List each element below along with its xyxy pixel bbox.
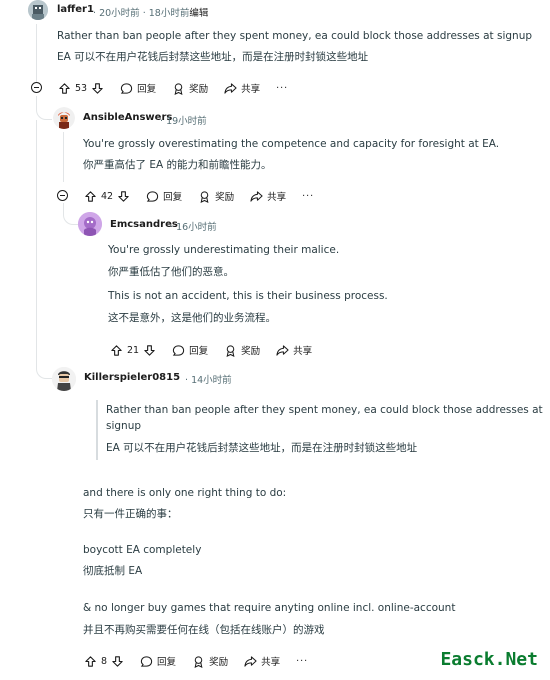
comment-icon — [120, 82, 133, 94]
reply-button[interactable]: 回复 — [146, 189, 182, 203]
avatar[interactable] — [28, 0, 48, 20]
edited-time: 18小时前 — [148, 8, 190, 19]
comment-body-line: 你严重低估了他们的恶意。 — [108, 266, 234, 278]
comment-body-line: EA 可以不在用户花钱后封禁这些地址，而是在注册时封锁这些地址 — [57, 51, 369, 63]
comment-author[interactable]: laffer1 — [57, 4, 94, 15]
vote-count: 53 — [75, 82, 88, 94]
upvote-icon[interactable] — [58, 82, 71, 95]
thread-branch — [36, 96, 52, 120]
downvote-icon[interactable] — [117, 190, 130, 203]
comment-time: 14小时前 — [191, 375, 232, 386]
share-icon — [224, 82, 237, 94]
collapse-thread-button[interactable] — [31, 82, 42, 93]
reply-button[interactable]: 回复 — [140, 654, 176, 668]
comment-time: 16小时前 — [176, 222, 217, 233]
comment-icon — [146, 190, 159, 202]
vote-count: 42 — [101, 190, 114, 202]
comment-body-line: You're grossly overestimating the compet… — [83, 138, 500, 150]
award-icon — [200, 190, 209, 203]
upvote-icon[interactable] — [110, 344, 123, 357]
watermark: Easck.Net — [436, 647, 542, 672]
award-icon — [194, 655, 203, 668]
comment-body-line: 彻底抵制 EA — [83, 565, 143, 577]
vote-group: 8 — [84, 655, 124, 668]
quote-line: EA 可以不在用户花钱后封禁这些地址，而是在注册时封锁这些地址 — [106, 442, 418, 454]
comment-icon — [172, 344, 185, 356]
upvote-icon[interactable] — [84, 190, 97, 203]
comment-actions: 53 回复 奖励 共享 ··· — [58, 80, 304, 96]
comment-body-line: 并且不再购买需要任何在线（包括在线账户）的游戏 — [83, 624, 325, 636]
comment-author[interactable]: Killerspieler0815 — [84, 372, 180, 383]
comment-body-line: 你严重高估了 EA 的能力和前瞻性能力。 — [83, 159, 272, 171]
quote-line: Rather than ban people after they spent … — [106, 404, 543, 416]
comment-time: 19小时前 — [166, 116, 207, 127]
share-icon — [244, 655, 257, 667]
comment-body-line: 这不是意外，这是他们的业务流程。 — [108, 312, 276, 324]
comment-author[interactable]: AnsibleAnswers — [83, 112, 172, 123]
vote-count: 8 — [101, 655, 108, 667]
award-icon — [226, 344, 235, 357]
comment-body-line: 只有一件正确的事： — [83, 508, 178, 520]
thread-line — [36, 120, 37, 365]
upvote-icon[interactable] — [84, 655, 97, 668]
comment-body-line: boycott EA completely — [83, 544, 202, 556]
more-options-button[interactable]: ··· — [302, 191, 314, 202]
downvote-icon[interactable] — [143, 344, 156, 357]
award-button[interactable]: 奖励 — [172, 81, 208, 95]
vote-group: 42 — [84, 190, 130, 203]
reply-button[interactable]: 回复 — [120, 81, 156, 95]
award-icon — [174, 82, 183, 95]
avatar[interactable] — [78, 212, 102, 236]
share-icon — [250, 190, 263, 202]
comment-meta: · 19小时前 — [160, 116, 207, 127]
reply-button[interactable]: 回复 — [172, 343, 208, 357]
comment-body-line: & no longer buy games that require anyti… — [83, 602, 456, 614]
thread-branch — [63, 203, 79, 225]
thread-line — [63, 132, 64, 182]
collapse-thread-button[interactable] — [57, 190, 68, 201]
vote-group: 21 — [110, 344, 156, 357]
vote-count: 21 — [127, 344, 140, 356]
comment-meta: · 20小时前 · 18小时前编辑 — [93, 8, 209, 19]
share-icon — [276, 344, 289, 356]
more-options-button[interactable]: ··· — [276, 83, 288, 94]
comment-actions: 8 回复 奖励 共享 ··· — [84, 653, 324, 669]
comment-body-line: You're grossly underestimating their mal… — [108, 244, 340, 256]
comment-author[interactable]: Emcsandres — [110, 219, 178, 230]
award-button[interactable]: 奖励 — [224, 343, 260, 357]
more-options-button[interactable]: ··· — [296, 656, 308, 667]
quote-line: signup — [106, 420, 142, 432]
vote-group: 53 — [58, 82, 104, 95]
comment-meta: · 16小时前 — [170, 222, 217, 233]
comment-icon — [140, 655, 153, 667]
comment-actions: 42 回复 奖励 共享 ··· — [84, 188, 330, 204]
avatar[interactable] — [53, 107, 75, 129]
avatar[interactable] — [52, 367, 76, 391]
thread-branch — [36, 355, 52, 379]
downvote-icon[interactable] — [111, 655, 124, 668]
downvote-icon[interactable] — [91, 82, 104, 95]
edited-label: 编辑 — [189, 8, 209, 19]
comment-actions: 21 回复 奖励 共享 — [110, 342, 328, 358]
share-button[interactable]: 共享 — [244, 654, 280, 668]
comment-time: 20小时前 — [99, 8, 140, 19]
award-button[interactable]: 奖励 — [192, 654, 228, 668]
award-button[interactable]: 奖励 — [198, 189, 234, 203]
comment-body-line: This is not an accident, this is their b… — [108, 290, 388, 302]
share-button[interactable]: 共享 — [224, 81, 260, 95]
comment-meta: · 14小时前 — [185, 375, 232, 386]
share-button[interactable]: 共享 — [276, 343, 312, 357]
share-button[interactable]: 共享 — [250, 189, 286, 203]
comment-body-line: Rather than ban people after they spent … — [57, 30, 533, 42]
comment-body-line: and there is only one right thing to do: — [83, 487, 287, 499]
thread-line — [36, 24, 37, 82]
